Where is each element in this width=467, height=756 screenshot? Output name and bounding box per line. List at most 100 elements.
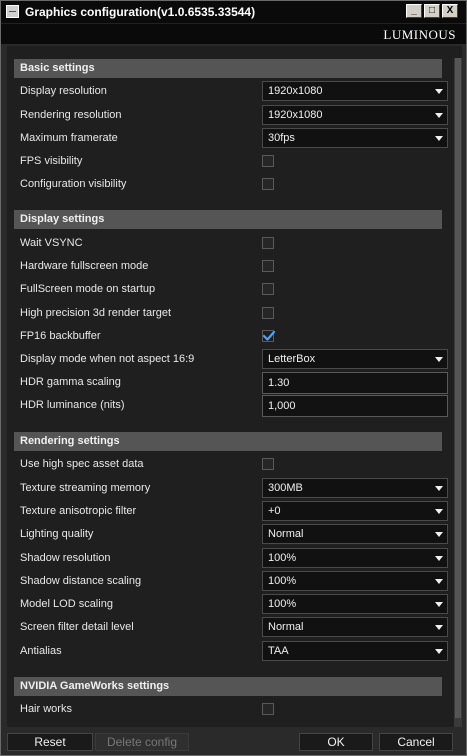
section-basic-settings: Basic settings [14,59,442,78]
row-hdr-gamma: HDR gamma scaling 1.30 [14,371,448,394]
texture-aniso-label: Texture anisotropic filter [20,505,137,517]
texture-streaming-label: Texture streaming memory [20,482,151,494]
screen-filter-value: Normal [268,621,304,633]
shadow-resolution-value: 100% [268,552,297,564]
minimize-button[interactable]: _ [406,4,422,18]
hdr-gamma-input[interactable]: 1.30 [262,372,448,394]
hdr-gamma-label: HDR gamma scaling [20,376,121,388]
row-shadow-resolution: Shadow resolution 100% [14,547,448,570]
close-button[interactable]: X [442,4,458,18]
chevron-down-icon[interactable] [431,525,447,543]
checkmark-icon [262,330,276,341]
max-framerate-value: 30fps [268,132,295,144]
high-precision-rt-checkbox[interactable] [262,307,274,319]
texture-aniso-value: +0 [268,505,281,517]
chevron-down-icon[interactable] [431,129,447,147]
chevron-down-icon[interactable] [431,618,447,636]
lighting-quality-value: Normal [268,528,304,540]
model-lod-label: Model LOD scaling [20,598,113,610]
hdr-gamma-value: 1.30 [268,377,290,389]
display-resolution-select[interactable]: 1920x1080 [262,81,448,101]
chevron-down-icon[interactable] [431,642,447,660]
row-hw-fullscreen: Hardware fullscreen mode [14,255,442,278]
chevron-down-icon[interactable] [431,595,447,613]
chevron-down-icon[interactable] [431,502,447,520]
scrollbar-thumb[interactable] [455,58,461,718]
hw-fullscreen-label: Hardware fullscreen mode [20,260,149,272]
model-lod-select[interactable]: 100% [262,594,448,614]
fps-visibility-checkbox[interactable] [262,155,274,167]
row-high-spec-assets: Use high spec asset data [14,453,442,476]
chevron-down-icon[interactable] [431,82,447,100]
chevron-down-icon[interactable] [431,350,447,368]
chevron-down-icon[interactable] [431,106,447,124]
fp16-backbuffer-label: FP16 backbuffer [20,330,101,342]
reset-button[interactable]: Reset [7,733,93,751]
row-texture-aniso: Texture anisotropic filter +0 [14,500,448,523]
hair-works-checkbox[interactable] [262,703,274,715]
high-spec-assets-label: Use high spec asset data [20,458,144,470]
shadow-distance-value: 100% [268,575,297,587]
high-spec-assets-checkbox[interactable] [262,458,274,470]
fullscreen-startup-label: FullScreen mode on startup [20,283,156,295]
row-fp16-backbuffer: FP16 backbuffer [14,325,442,348]
display-mode-select[interactable]: LetterBox [262,349,448,369]
shadow-distance-select[interactable]: 100% [262,571,448,591]
screen-filter-label: Screen filter detail level [20,621,134,633]
hdr-luminance-value: 1,000 [268,400,296,412]
row-lighting-quality: Lighting quality Normal [14,523,448,546]
wait-vsync-checkbox[interactable] [262,237,274,249]
max-framerate-select[interactable]: 30fps [262,128,448,148]
row-rendering-resolution: Rendering resolution 1920x1080 [14,104,448,127]
high-precision-rt-label: High precision 3d render target [20,307,172,319]
shadow-distance-label: Shadow distance scaling [20,575,142,587]
cancel-button[interactable]: Cancel [379,733,453,751]
rendering-resolution-select[interactable]: 1920x1080 [262,105,448,125]
chevron-down-icon[interactable] [431,549,447,567]
brand-bar: LUMINOUS [1,23,466,44]
row-high-precision-rt: High precision 3d render target [14,302,442,325]
shadow-resolution-select[interactable]: 100% [262,548,448,568]
row-hdr-luminance: HDR luminance (nits) 1,000 [14,394,448,417]
antialias-value: TAA [268,645,289,657]
window-controls: _ □ X [406,4,458,18]
texture-aniso-select[interactable]: +0 [262,501,448,521]
hw-fullscreen-checkbox[interactable] [262,260,274,272]
wait-vsync-label: Wait VSYNC [20,237,83,249]
lighting-quality-label: Lighting quality [20,528,94,540]
chevron-down-icon[interactable] [431,479,447,497]
max-framerate-label: Maximum framerate [20,132,118,144]
hdr-luminance-label: HDR luminance (nits) [20,399,125,411]
row-model-lod: Model LOD scaling 100% [14,593,448,616]
ok-button[interactable]: OK [299,733,373,751]
antialias-select[interactable]: TAA [262,641,448,661]
screen-filter-select[interactable]: Normal [262,617,448,637]
chevron-down-icon[interactable] [431,572,447,590]
row-shadow-distance: Shadow distance scaling 100% [14,570,448,593]
row-hair-works: Hair works [14,698,442,721]
config-visibility-checkbox[interactable] [262,178,274,190]
config-visibility-label: Configuration visibility [20,178,127,190]
hdr-luminance-input[interactable]: 1,000 [262,395,448,417]
fp16-backbuffer-checkbox[interactable] [262,330,276,342]
vertical-scrollbar[interactable] [454,58,462,727]
row-screen-filter: Screen filter detail level Normal [14,616,448,639]
delete-config-button[interactable]: Delete config [95,733,189,751]
row-wait-vsync: Wait VSYNC [14,232,442,255]
row-max-framerate: Maximum framerate 30fps [14,127,448,150]
antialias-label: Antialias [20,645,62,657]
brand-logo: LUMINOUS [383,27,456,42]
maximize-button[interactable]: □ [424,4,440,18]
lighting-quality-select[interactable]: Normal [262,524,448,544]
fullscreen-startup-checkbox[interactable] [262,283,274,295]
title-bar[interactable]: Graphics configuration(v1.0.6535.33544) … [1,1,466,23]
row-antialias: Antialias TAA [14,640,448,663]
display-mode-label: Display mode when not aspect 16:9 [20,353,195,365]
row-display-resolution: Display resolution 1920x1080 [14,80,448,103]
rendering-resolution-value: 1920x1080 [268,109,323,121]
texture-streaming-select[interactable]: 300MB [262,478,448,498]
row-fps-visibility: FPS visibility [14,150,442,173]
display-resolution-label: Display resolution [20,85,107,97]
app-icon [6,5,19,18]
section-nvidia-settings: NVIDIA GameWorks settings [14,677,442,696]
